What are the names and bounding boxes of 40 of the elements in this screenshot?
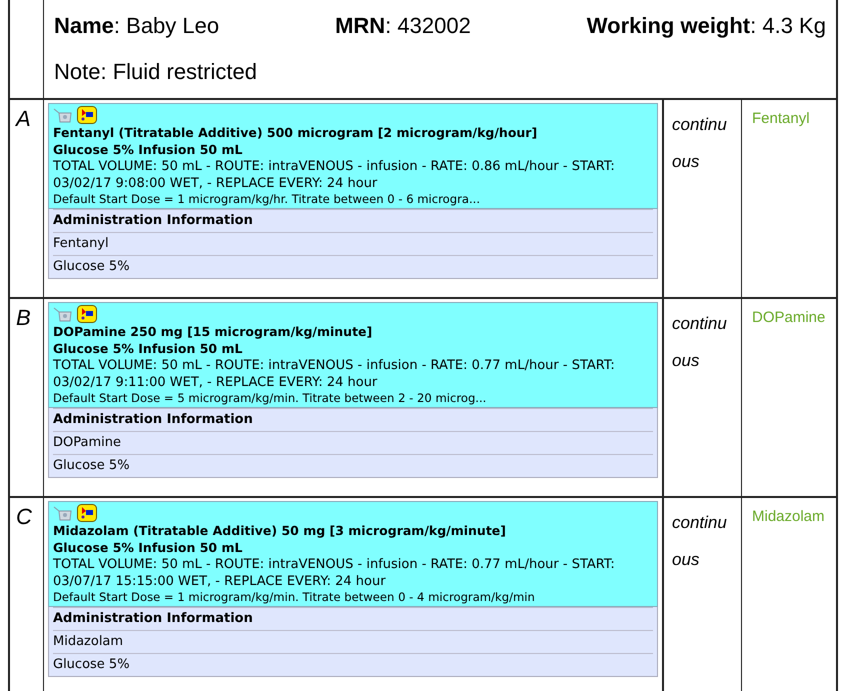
frequency-text: continuous: [672, 512, 728, 571]
patient-field: Working weight: 4.3 Kg: [586, 13, 826, 39]
admin-header: Administration Information: [53, 408, 653, 431]
drug-name: Fentanyl: [752, 110, 810, 127]
infusion-details: TOTAL VOLUME: 50 mL - ROUTE: intraVENOUS - infusion - RATE: 0.86 mL/hour - START: 03/02/17 9:08:00 WET, - REPLACE EVERY: 24 hour: [53, 158, 616, 192]
row-letter: C: [16, 504, 33, 530]
admin-item: Glucose 5%: [53, 454, 653, 477]
admin-header: Administration Information: [53, 209, 653, 232]
drug-name: Midazolam: [752, 508, 825, 525]
frequency-text: continuous: [672, 114, 728, 173]
medication-card[interactable]: [48, 103, 658, 209]
infusion-details: TOTAL VOLUME: 50 mL - ROUTE: intraVENOUS - infusion - RATE: 0.77 mL/hour - START: 03/02/17 9:11:00 WET, - REPLACE EVERY: 24 hour: [53, 357, 616, 391]
default-dose-text: Default Start Dose = 1 microgram/kg/min. Titrate between 0 - 4 microgram/kg/min: [53, 590, 536, 605]
medication-card[interactable]: [48, 501, 658, 607]
medication-card[interactable]: [48, 302, 658, 408]
pump-icon: [77, 305, 97, 323]
diluent-text: Glucose 5% Infusion 50 mL: [53, 141, 244, 158]
diluent-text: Glucose 5% Infusion 50 mL: [53, 539, 244, 556]
pump-icon: [77, 504, 97, 522]
admin-item: Glucose 5%: [53, 255, 653, 278]
infusion-details: TOTAL VOLUME: 50 mL - ROUTE: intraVENOUS - infusion - RATE: 0.77 mL/hour - START: 03/07/17 15:15:00 WET, - REPLACE EVERY: 24 hour: [53, 556, 616, 590]
row-letter: A: [16, 106, 32, 132]
admin-header: Administration Information: [53, 607, 653, 630]
default-dose-text: Default Start Dose = 5 microgram/kg/min. Titrate between 2 - 20 microg...: [53, 391, 488, 406]
medication-title: Fentanyl (Titratable Additive) 500 microgram [2 microgram/kg/hour]: [53, 124, 538, 141]
patient-field: MRN: 432002: [335, 13, 471, 39]
admin-item: Glucose 5%: [53, 653, 653, 676]
admin-item: DOPamine: [53, 431, 653, 454]
medication-title: Midazolam (Titratable Additive) 50 mg [3 microgram/kg/minute]: [53, 522, 507, 539]
pump-icon: [77, 106, 97, 124]
row-letter: B: [16, 305, 32, 331]
admin-item: Midazolam: [53, 630, 653, 653]
frequency-text: continuous: [672, 313, 728, 372]
drug-name: DOPamine: [752, 309, 826, 326]
default-dose-text: Default Start Dose = 1 microgram/kg/hr. Titrate between 0 - 6 microgra...: [53, 192, 482, 207]
patient-field: Name: Baby Leo: [54, 13, 220, 39]
diluent-text: Glucose 5% Infusion 50 mL: [53, 340, 244, 357]
patient-note: Note: Fluid restricted: [54, 58, 258, 86]
medication-title: DOPamine 250 mg [15 microgram/kg/minute]: [53, 323, 374, 340]
admin-item: Fentanyl: [53, 232, 653, 255]
